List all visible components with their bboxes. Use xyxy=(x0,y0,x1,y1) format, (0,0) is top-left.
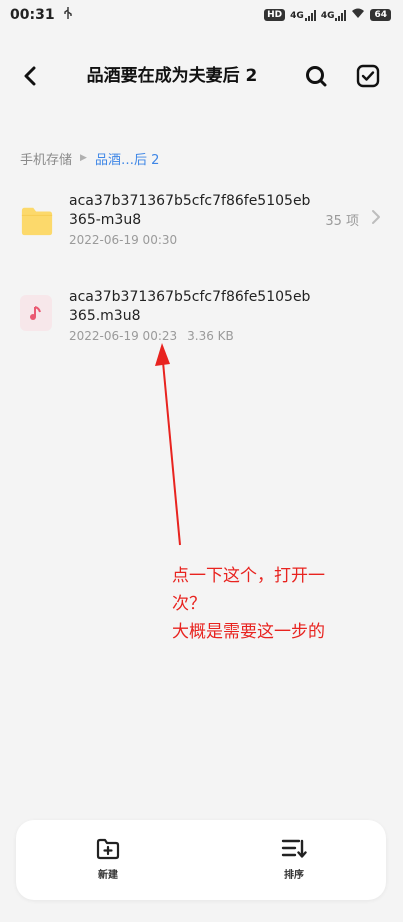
status-left: 00:31 xyxy=(10,6,73,24)
bottom-action-bar: 新建 排序 xyxy=(16,820,386,900)
file-meta: 2022-06-19 00:23 3.36 KB xyxy=(69,329,234,343)
top-app-bar: 品酒要在成为夫妻后 2 xyxy=(0,48,403,104)
multi-select-button[interactable] xyxy=(354,62,382,90)
network-label-2: 4G xyxy=(320,10,335,21)
breadcrumb: 手机存储 ▶ 品酒…后 2 xyxy=(20,148,159,168)
back-arrow-icon xyxy=(24,66,36,86)
file-date: 2022-06-19 00:23 xyxy=(69,329,178,343)
breadcrumb-root[interactable]: 手机存储 xyxy=(20,149,72,168)
folder-name: aca37b371367b5cfc7f86fe5105eb365-m3u8 xyxy=(69,193,311,228)
wifi-icon xyxy=(351,8,365,22)
battery-icon: 64 xyxy=(370,9,391,21)
music-file-icon xyxy=(20,295,52,331)
checkbox-icon xyxy=(356,64,380,88)
page-title: 品酒要在成为夫妻后 2 xyxy=(86,66,258,86)
new-folder-button[interactable]: 新建 xyxy=(78,838,138,886)
network-4g-icon-2: 4G xyxy=(320,9,347,21)
sort-button[interactable]: 排序 xyxy=(264,838,324,886)
file-size: 3.36 KB xyxy=(187,329,234,343)
list-item-file[interactable]: aca37b371367b5cfc7f86fe5105eb365.m3u8 20… xyxy=(0,282,403,352)
file-name: aca37b371367b5cfc7f86fe5105eb365.m3u8 xyxy=(69,289,311,324)
sort-icon xyxy=(281,839,307,858)
list-item-folder[interactable]: aca37b371367b5cfc7f86fe5105eb365-m3u8 20… xyxy=(0,186,403,256)
folder-item-count: 35 项 xyxy=(325,214,359,229)
folder-icon xyxy=(20,204,54,238)
new-folder-label: 新建 xyxy=(98,870,118,881)
status-bar: 00:31 HD 4G 4G 64 xyxy=(0,0,403,30)
folder-date: 2022-06-19 00:30 xyxy=(69,233,178,247)
status-right: HD 4G 4G 64 xyxy=(264,8,391,22)
annotation-line-1: 点一下这个，打开一 xyxy=(172,566,325,586)
annotation-arrow xyxy=(155,343,181,546)
annotation-line-2: 次？ xyxy=(172,594,206,614)
breadcrumb-separator-icon: ▶ xyxy=(80,153,87,163)
annotation-text: 点一下这个，打开一 次？ 大概是需要这一步的 xyxy=(172,562,372,646)
folder-meta: 2022-06-19 00:30 xyxy=(69,233,177,247)
network-4g-icon: 4G xyxy=(290,9,316,21)
sort-label: 排序 xyxy=(284,870,304,881)
usb-icon xyxy=(63,6,73,24)
breadcrumb-current[interactable]: 品酒…后 2 xyxy=(95,149,159,168)
new-folder-icon xyxy=(96,838,120,860)
chevron-right-icon xyxy=(369,208,383,226)
hd-badge: HD xyxy=(264,9,286,21)
network-label: 4G xyxy=(290,10,304,21)
status-time: 00:31 xyxy=(10,7,55,23)
back-button[interactable] xyxy=(16,62,44,90)
annotation-line-3: 大概是需要这一步的 xyxy=(172,622,325,642)
search-button[interactable] xyxy=(302,62,330,90)
search-icon xyxy=(306,66,327,87)
